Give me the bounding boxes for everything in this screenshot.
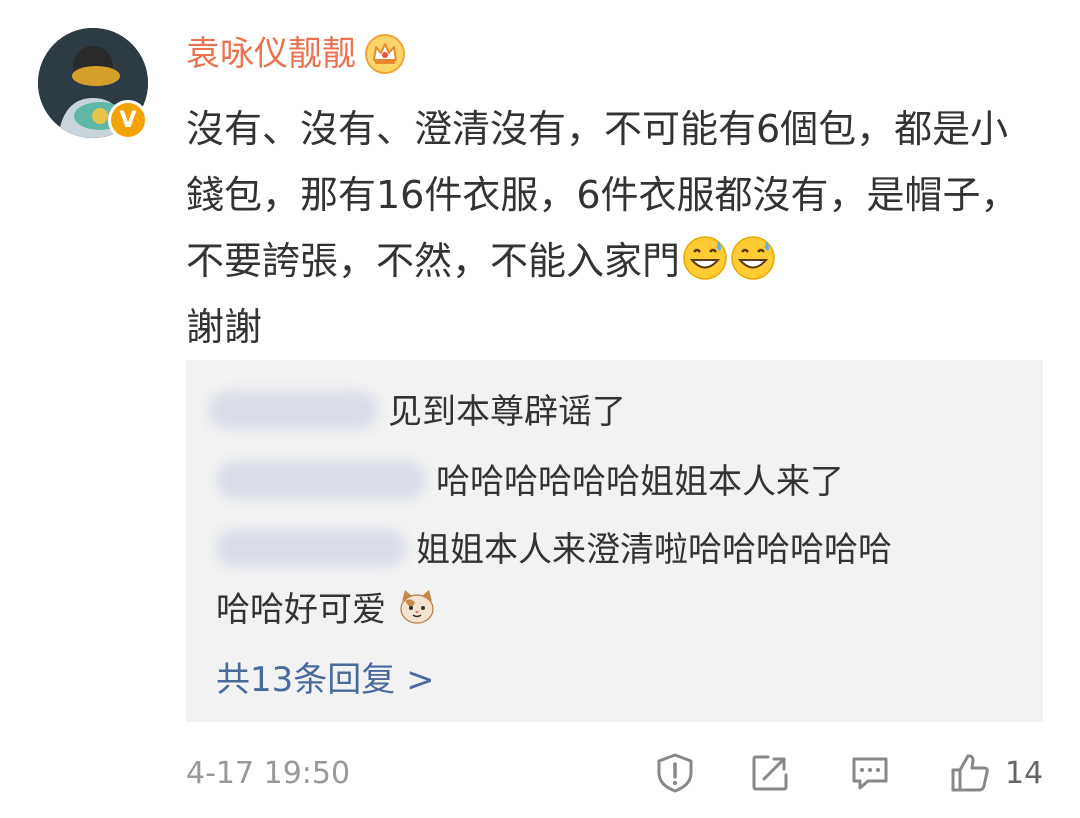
- post-text-tail: 謝謝: [186, 305, 263, 349]
- grinning-sweat-emoji: [730, 235, 776, 281]
- reply-text-cont: 哈哈好可爱: [216, 590, 386, 630]
- timestamp: 4-17 19:50: [186, 756, 351, 791]
- reply-text: 见到本尊辟谣了: [388, 392, 626, 432]
- reply-item[interactable]: 见到本尊辟谣了: [208, 382, 626, 442]
- verified-badge: V: [108, 100, 148, 140]
- share-icon[interactable]: [745, 748, 795, 798]
- reply-item[interactable]: 哈哈哈哈哈哈姐姐本人来了: [216, 452, 844, 512]
- username-text: 袁咏仪靓靓: [186, 34, 356, 74]
- reply-text: 姐姐本人来澄清啦哈哈哈哈哈哈: [416, 530, 892, 570]
- grinning-sweat-emoji: [682, 235, 728, 281]
- reply-item[interactable]: 姐姐本人来澄清啦哈哈哈哈哈哈: [216, 520, 892, 580]
- username[interactable]: 袁咏仪靓靓: [186, 30, 406, 78]
- reply-text: 哈哈哈哈哈哈姐姐本人来了: [436, 462, 844, 502]
- post-text: 沒有、沒有、澄清沒有，不可能有6個包，都是小錢包，那有16件衣服，6件衣服都沒有…: [186, 107, 1019, 283]
- blurred-username: [216, 461, 426, 499]
- reply-item-continued: 哈哈好可爱: [216, 580, 437, 640]
- like-icon[interactable]: [945, 748, 995, 798]
- blurred-username: [208, 391, 378, 429]
- cat-face-emoji: [397, 586, 437, 626]
- crown-icon: [364, 33, 406, 75]
- like-count: 14: [1005, 756, 1044, 791]
- post-content: 沒有、沒有、澄清沒有，不可能有6個包，都是小錢包，那有16件衣服，6件衣服都沒有…: [186, 96, 1046, 360]
- more-replies-link[interactable]: 共13条回复 >: [216, 650, 435, 710]
- blurred-username: [216, 529, 406, 567]
- comment-icon[interactable]: [845, 748, 895, 798]
- replies-panel[interactable]: 见到本尊辟谣了 哈哈哈哈哈哈姐姐本人来了 姐姐本人来澄清啦哈哈哈哈哈哈 哈哈好可…: [186, 360, 1043, 722]
- report-icon[interactable]: [650, 748, 700, 798]
